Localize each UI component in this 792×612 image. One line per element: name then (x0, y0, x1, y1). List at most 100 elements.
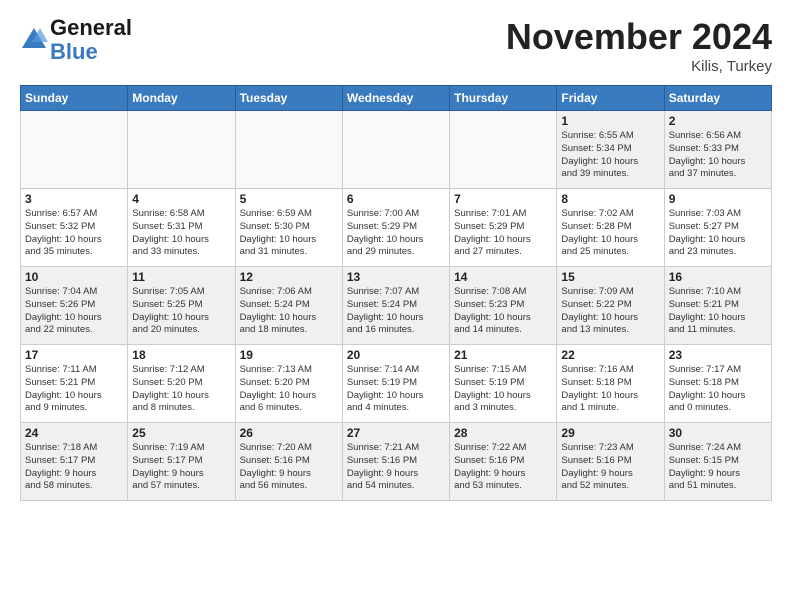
day-info: Sunrise: 6:58 AM Sunset: 5:31 PM Dayligh… (132, 208, 230, 259)
day-number: 17 (25, 348, 123, 362)
day-number: 9 (669, 192, 767, 206)
day-info: Sunrise: 7:00 AM Sunset: 5:29 PM Dayligh… (347, 208, 445, 259)
calendar-week-row: 24 Sunrise: 7:18 AM Sunset: 5:17 PM Dayli… (21, 423, 772, 501)
day-info: Sunrise: 6:59 AM Sunset: 5:30 PM Dayligh… (240, 208, 338, 259)
calendar-cell (128, 111, 235, 189)
day-of-week-header: Sunday (21, 86, 128, 111)
day-number: 14 (454, 270, 552, 284)
calendar-cell: 10 Sunrise: 7:04 AM Sunset: 5:26 PM Dayli… (21, 267, 128, 345)
day-info: Sunrise: 7:11 AM Sunset: 5:21 PM Dayligh… (25, 364, 123, 415)
day-info: Sunrise: 7:22 AM Sunset: 5:16 PM Dayligh… (454, 442, 552, 493)
logo: GeneralBlue (20, 16, 132, 64)
day-number: 7 (454, 192, 552, 206)
calendar-cell: 23Sunrise: 7:17 AM Sunset: 5:18 PM Dayli… (664, 345, 771, 423)
logo-text: GeneralBlue (50, 16, 132, 64)
calendar-cell: 21 Sunrise: 7:15 AM Sunset: 5:19 PM Dayli… (450, 345, 557, 423)
calendar-cell: 25Sunrise: 7:19 AM Sunset: 5:17 PM Dayli… (128, 423, 235, 501)
calendar-cell (235, 111, 342, 189)
day-number: 25 (132, 426, 230, 440)
day-number: 11 (132, 270, 230, 284)
day-of-week-header: Thursday (450, 86, 557, 111)
day-number: 2 (669, 114, 767, 128)
day-of-week-header: Friday (557, 86, 664, 111)
calendar-cell: 8 Sunrise: 7:02 AM Sunset: 5:28 PM Daylig… (557, 189, 664, 267)
day-number: 18 (132, 348, 230, 362)
title-block: November 2024 Kilis, Turkey (506, 16, 772, 75)
header: GeneralBlue November 2024 Kilis, Turkey (20, 16, 772, 75)
calendar-cell: 11 Sunrise: 7:05 AM Sunset: 5:25 PM Dayli… (128, 267, 235, 345)
calendar-cell: 30 Sunrise: 7:24 AM Sunset: 5:15 PM Dayli… (664, 423, 771, 501)
calendar-cell (21, 111, 128, 189)
day-of-week-header: Saturday (664, 86, 771, 111)
calendar-cell: 27Sunrise: 7:21 AM Sunset: 5:16 PM Dayli… (342, 423, 449, 501)
calendar-cell: 20 Sunrise: 7:14 AM Sunset: 5:19 PM Dayli… (342, 345, 449, 423)
calendar-week-row: 10 Sunrise: 7:04 AM Sunset: 5:26 PM Dayli… (21, 267, 772, 345)
day-number: 19 (240, 348, 338, 362)
day-number: 16 (669, 270, 767, 284)
day-info: Sunrise: 7:20 AM Sunset: 5:16 PM Dayligh… (240, 442, 338, 493)
calendar-cell: 15Sunrise: 7:09 AM Sunset: 5:22 PM Dayli… (557, 267, 664, 345)
day-info: Sunrise: 7:05 AM Sunset: 5:25 PM Dayligh… (132, 286, 230, 337)
calendar-header-row: SundayMondayTuesdayWednesdayThursdayFrid… (21, 86, 772, 111)
day-number: 10 (25, 270, 123, 284)
calendar-cell: 14Sunrise: 7:08 AM Sunset: 5:23 PM Dayli… (450, 267, 557, 345)
calendar-week-row: 17 Sunrise: 7:11 AM Sunset: 5:21 PM Dayli… (21, 345, 772, 423)
day-info: Sunrise: 7:02 AM Sunset: 5:28 PM Dayligh… (561, 208, 659, 259)
day-info: Sunrise: 7:10 AM Sunset: 5:21 PM Dayligh… (669, 286, 767, 337)
day-number: 21 (454, 348, 552, 362)
calendar-cell: 1 Sunrise: 6:55 AM Sunset: 5:34 PM Daylig… (557, 111, 664, 189)
day-number: 15 (561, 270, 659, 284)
day-info: Sunrise: 6:57 AM Sunset: 5:32 PM Dayligh… (25, 208, 123, 259)
day-number: 27 (347, 426, 445, 440)
day-number: 26 (240, 426, 338, 440)
calendar-cell: 16 Sunrise: 7:10 AM Sunset: 5:21 PM Dayli… (664, 267, 771, 345)
day-info: Sunrise: 7:18 AM Sunset: 5:17 PM Dayligh… (25, 442, 123, 493)
day-number: 29 (561, 426, 659, 440)
calendar-cell: 29 Sunrise: 7:23 AM Sunset: 5:16 PM Dayli… (557, 423, 664, 501)
calendar-cell: 13Sunrise: 7:07 AM Sunset: 5:24 PM Dayli… (342, 267, 449, 345)
calendar-cell: 26 Sunrise: 7:20 AM Sunset: 5:16 PM Dayli… (235, 423, 342, 501)
day-info: Sunrise: 7:24 AM Sunset: 5:15 PM Dayligh… (669, 442, 767, 493)
day-number: 5 (240, 192, 338, 206)
day-number: 4 (132, 192, 230, 206)
day-number: 8 (561, 192, 659, 206)
month-title: November 2024 (506, 16, 772, 58)
calendar-cell: 3Sunrise: 6:57 AM Sunset: 5:32 PM Daylig… (21, 189, 128, 267)
calendar-cell: 7 Sunrise: 7:01 AM Sunset: 5:29 PM Daylig… (450, 189, 557, 267)
day-number: 6 (347, 192, 445, 206)
day-of-week-header: Monday (128, 86, 235, 111)
calendar-cell: 6 Sunrise: 7:00 AM Sunset: 5:29 PM Daylig… (342, 189, 449, 267)
day-info: Sunrise: 7:13 AM Sunset: 5:20 PM Dayligh… (240, 364, 338, 415)
day-info: Sunrise: 7:15 AM Sunset: 5:19 PM Dayligh… (454, 364, 552, 415)
calendar-cell: 2Sunrise: 6:56 AM Sunset: 5:33 PM Daylig… (664, 111, 771, 189)
calendar-cell: 5 Sunrise: 6:59 AM Sunset: 5:30 PM Daylig… (235, 189, 342, 267)
day-of-week-header: Tuesday (235, 86, 342, 111)
calendar-body: 1 Sunrise: 6:55 AM Sunset: 5:34 PM Daylig… (21, 111, 772, 501)
day-number: 22 (561, 348, 659, 362)
day-number: 30 (669, 426, 767, 440)
day-number: 24 (25, 426, 123, 440)
day-number: 20 (347, 348, 445, 362)
day-info: Sunrise: 7:04 AM Sunset: 5:26 PM Dayligh… (25, 286, 123, 337)
logo-icon (20, 26, 48, 54)
day-info: Sunrise: 7:17 AM Sunset: 5:18 PM Dayligh… (669, 364, 767, 415)
day-number: 12 (240, 270, 338, 284)
day-info: Sunrise: 7:12 AM Sunset: 5:20 PM Dayligh… (132, 364, 230, 415)
calendar-cell (450, 111, 557, 189)
location: Kilis, Turkey (506, 58, 772, 75)
day-info: Sunrise: 7:03 AM Sunset: 5:27 PM Dayligh… (669, 208, 767, 259)
calendar-cell: 28Sunrise: 7:22 AM Sunset: 5:16 PM Dayli… (450, 423, 557, 501)
day-info: Sunrise: 7:01 AM Sunset: 5:29 PM Dayligh… (454, 208, 552, 259)
day-info: Sunrise: 6:55 AM Sunset: 5:34 PM Dayligh… (561, 130, 659, 181)
day-number: 1 (561, 114, 659, 128)
day-info: Sunrise: 7:14 AM Sunset: 5:19 PM Dayligh… (347, 364, 445, 415)
calendar-cell: 19 Sunrise: 7:13 AM Sunset: 5:20 PM Dayli… (235, 345, 342, 423)
calendar-table: SundayMondayTuesdayWednesdayThursdayFrid… (20, 85, 772, 501)
day-info: Sunrise: 7:06 AM Sunset: 5:24 PM Dayligh… (240, 286, 338, 337)
day-of-week-header: Wednesday (342, 86, 449, 111)
page: GeneralBlue November 2024 Kilis, Turkey … (0, 0, 792, 511)
day-info: Sunrise: 7:23 AM Sunset: 5:16 PM Dayligh… (561, 442, 659, 493)
calendar-cell: 22Sunrise: 7:16 AM Sunset: 5:18 PM Dayli… (557, 345, 664, 423)
day-number: 13 (347, 270, 445, 284)
calendar-cell: 4 Sunrise: 6:58 AM Sunset: 5:31 PM Daylig… (128, 189, 235, 267)
